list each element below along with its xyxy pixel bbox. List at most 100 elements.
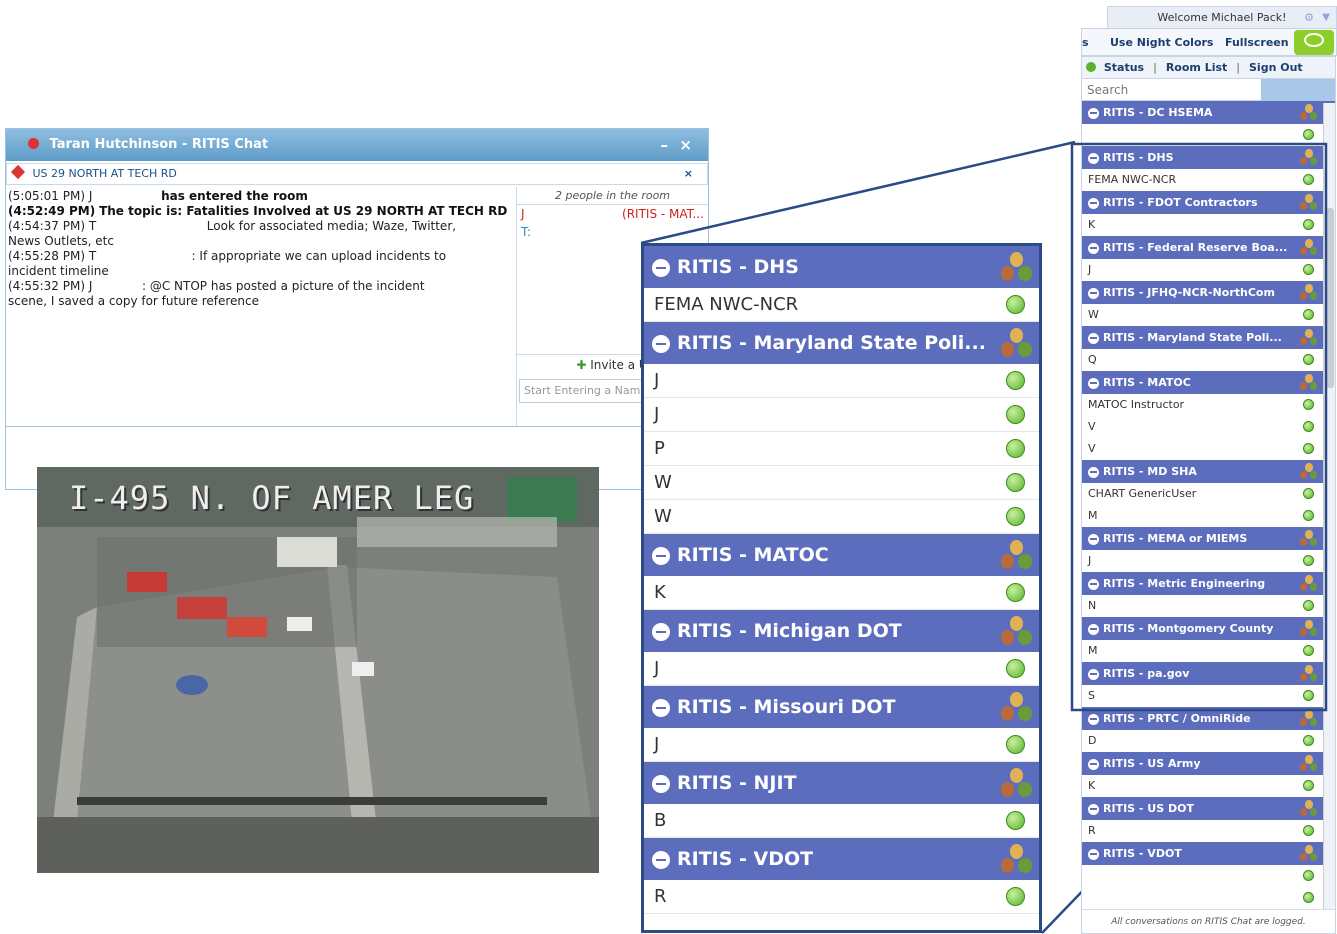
sign-out-link[interactable]: Sign Out	[1249, 61, 1303, 74]
room-header[interactable]: RITIS - VDOT	[644, 838, 1039, 880]
collapse-icon[interactable]	[1088, 803, 1099, 815]
room-name: RITIS - VDOT	[1103, 847, 1182, 860]
member-name: K	[1088, 779, 1096, 792]
member-row[interactable]	[1082, 887, 1335, 909]
online-dot-icon	[1303, 870, 1314, 881]
online-dot-icon	[1006, 405, 1025, 424]
room-name: RITIS - DHS	[677, 256, 799, 278]
collapse-icon[interactable]	[652, 258, 670, 277]
search-button[interactable]	[1261, 79, 1335, 101]
search-input[interactable]: Search	[1082, 79, 1335, 101]
collapse-icon[interactable]	[652, 698, 670, 717]
room-name: RITIS - US Army	[1103, 757, 1201, 770]
online-dot-icon	[1006, 583, 1025, 602]
collapse-icon[interactable]	[1088, 848, 1099, 860]
member-row[interactable]: J	[644, 728, 1039, 762]
room-header[interactable]: RITIS - Missouri DOT	[644, 686, 1039, 728]
dropdown-arrow-icon[interactable]: ▼	[1322, 7, 1330, 29]
collapse-icon[interactable]	[1088, 713, 1099, 725]
room-header[interactable]: RITIS - US Army	[1082, 752, 1335, 775]
member-row[interactable]: R	[644, 880, 1039, 914]
collapse-icon[interactable]	[652, 622, 670, 641]
night-colors-button[interactable]: Use Night Colors	[1110, 36, 1213, 49]
group-icon[interactable]	[1001, 252, 1032, 282]
group-icon[interactable]	[1300, 800, 1318, 817]
online-dot-icon	[1006, 473, 1025, 492]
room-header[interactable]: RITIS - DC HSEMA	[1082, 101, 1335, 124]
room-header[interactable]: RITIS - MATOC	[644, 534, 1039, 576]
collapse-icon[interactable]	[652, 774, 670, 793]
member-row[interactable]: FEMA NWC-NCR	[644, 288, 1039, 322]
member-name: J	[654, 734, 660, 755]
member-row[interactable]: K	[644, 576, 1039, 610]
room-name: RITIS - NJIT	[677, 772, 797, 794]
collapse-icon[interactable]	[1088, 107, 1099, 119]
room-header[interactable]: RITIS - Michigan DOT	[644, 610, 1039, 652]
welcome-bar: Welcome Michael Pack! ⚙ ▼	[1107, 6, 1337, 30]
member-row[interactable]: J	[644, 652, 1039, 686]
online-dot-icon	[1006, 887, 1025, 906]
room-header[interactable]: RITIS - Maryland State Poli...	[644, 322, 1039, 364]
collapse-icon[interactable]	[652, 546, 670, 565]
member-row[interactable]: J	[644, 398, 1039, 432]
member-row[interactable]	[1082, 865, 1335, 887]
online-dot-icon	[1006, 295, 1025, 314]
member-name: D	[1088, 734, 1097, 747]
member-row[interactable]: W	[644, 500, 1039, 534]
online-dot-icon	[1006, 439, 1025, 458]
fullscreen-button[interactable]: Fullscreen	[1225, 36, 1289, 49]
member-name: R	[654, 886, 667, 907]
online-dot-icon	[1303, 780, 1314, 791]
member-row[interactable]: W	[644, 466, 1039, 500]
collapse-icon[interactable]	[652, 334, 670, 353]
online-dot-icon	[1006, 811, 1025, 830]
group-icon[interactable]	[1001, 844, 1032, 874]
group-icon[interactable]	[1001, 328, 1032, 358]
room-header[interactable]: RITIS - US DOT	[1082, 797, 1335, 820]
status-link[interactable]: Status	[1104, 61, 1144, 74]
group-icon[interactable]	[1300, 845, 1318, 862]
collapse-icon[interactable]	[652, 850, 670, 869]
member-name: FEMA NWC-NCR	[654, 294, 799, 315]
online-status-icon	[1086, 62, 1096, 72]
collapse-icon[interactable]	[1088, 758, 1099, 770]
zoomed-room-list: RITIS - DHS FEMA NWC-NCR RITIS - Maryland …	[641, 243, 1042, 933]
logging-notice: All conversations on RITIS Chat are logg…	[1082, 909, 1335, 933]
member-name: B	[654, 810, 667, 831]
member-row[interactable]: D	[1082, 730, 1335, 752]
member-name: J	[654, 658, 660, 679]
member-name: W	[654, 506, 672, 527]
member-name: J	[654, 370, 660, 391]
welcome-text: Welcome Michael Pack!	[1157, 11, 1287, 24]
group-icon[interactable]	[1300, 755, 1318, 772]
group-icon[interactable]	[1001, 616, 1032, 646]
room-name: RITIS - Missouri DOT	[677, 696, 896, 718]
room-header[interactable]: RITIS - VDOT	[1082, 842, 1335, 865]
chat-toggle-button[interactable]	[1294, 30, 1334, 55]
member-row[interactable]: K	[1082, 775, 1335, 797]
member-row[interactable]: P	[644, 432, 1039, 466]
group-icon[interactable]	[1300, 104, 1318, 121]
room-header[interactable]: RITIS - DHS	[644, 246, 1039, 288]
online-dot-icon	[1006, 371, 1025, 390]
room-name: RITIS - VDOT	[677, 848, 814, 870]
online-dot-icon	[1303, 892, 1314, 903]
member-row[interactable]: R	[1082, 820, 1335, 842]
member-row[interactable]: J	[644, 364, 1039, 398]
member-name: P	[654, 438, 665, 459]
status-bar: Status | Room List | Sign Out	[1082, 57, 1335, 79]
room-header[interactable]: RITIS - NJIT	[644, 762, 1039, 804]
member-name: R	[1088, 824, 1096, 837]
zoom-highlight-box	[1070, 142, 1328, 712]
member-row[interactable]: B	[644, 804, 1039, 838]
member-name: K	[654, 582, 666, 603]
group-icon[interactable]	[1001, 540, 1032, 570]
room-list-link[interactable]: Room List	[1166, 61, 1227, 74]
gear-icon[interactable]: ⚙	[1304, 7, 1314, 29]
group-icon[interactable]	[1001, 768, 1032, 798]
online-dot-icon	[1303, 825, 1314, 836]
toolbar-button-cut[interactable]: s	[1082, 36, 1089, 49]
group-icon[interactable]	[1001, 692, 1032, 722]
room-name: RITIS - DC HSEMA	[1103, 106, 1213, 119]
online-dot-icon	[1006, 735, 1025, 754]
